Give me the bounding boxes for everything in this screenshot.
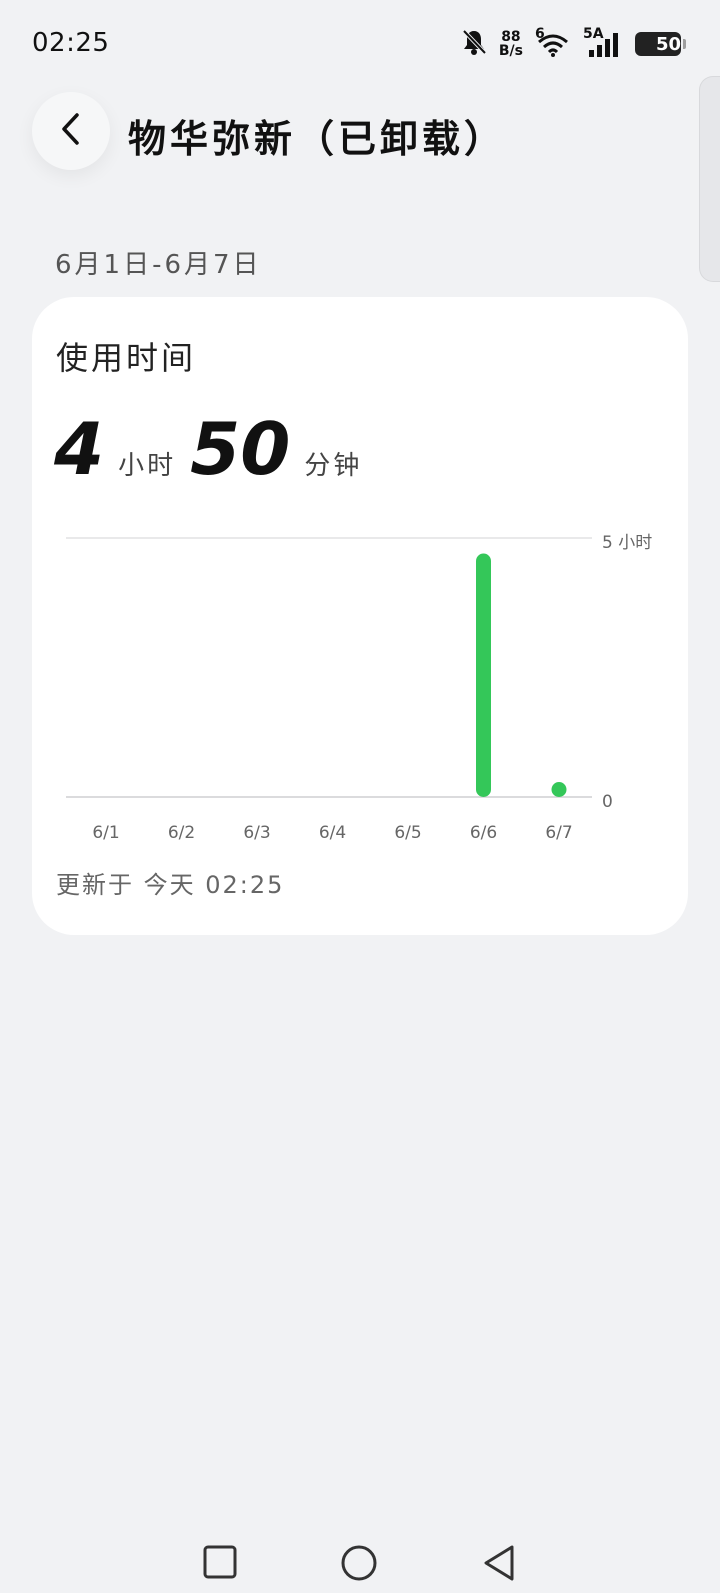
- back-button[interactable]: [32, 92, 110, 170]
- net-speed-unit: B/s: [498, 43, 523, 59]
- x-tick-label: 6/6: [470, 823, 497, 843]
- signal-icon: 5A: [583, 26, 623, 58]
- usage-card: 使用时间 4 小时 50 分钟 5 小时 0 6/1 6/2 6/3 6/4 6/5 6/…: [32, 297, 688, 935]
- x-tick-label: 6/3: [243, 823, 270, 843]
- bar-6-7[interactable]: [551, 782, 567, 797]
- side-panel-handle[interactable]: [699, 76, 720, 282]
- mute-bell-icon: [461, 28, 487, 60]
- updated-time: 更新于 今天 02:25: [56, 871, 285, 899]
- bar-6-6[interactable]: [476, 553, 491, 797]
- battery-level: 50: [655, 33, 681, 55]
- net-speed-value: 88: [501, 29, 521, 45]
- battery-icon: 50: [635, 32, 681, 56]
- y-tick-label-min: 0: [602, 792, 613, 812]
- back-triangle-icon[interactable]: [480, 1544, 516, 1586]
- status-time: 02:25: [32, 28, 110, 58]
- chevron-left-icon: [56, 111, 86, 151]
- x-tick-label: 6/7: [545, 823, 572, 843]
- wifi-icon: 6: [535, 26, 571, 58]
- x-tick-label: 6/4: [319, 823, 346, 843]
- x-tick-label: 6/1: [92, 823, 119, 843]
- net-speed: 88 B/s: [499, 30, 523, 58]
- status-bar: 02:25 88 B/s 6 5A 50: [0, 0, 720, 90]
- wifi-label: 6: [535, 26, 545, 42]
- date-range: 6月1日-6月7日: [55, 250, 262, 280]
- recents-square-icon[interactable]: [202, 1544, 238, 1584]
- x-tick-label: 6/5: [394, 823, 421, 843]
- home-circle-icon[interactable]: [340, 1544, 378, 1586]
- usage-bar-chart: 5 小时 0 6/1 6/2 6/3 6/4 6/5 6/6 6/7: [66, 533, 652, 843]
- cell-label: 5A: [583, 26, 604, 42]
- y-tick-label-max: 5 小时: [602, 533, 652, 553]
- page-title: 物华弥新（已卸载）: [128, 117, 507, 161]
- navigation-bar: [0, 1530, 720, 1593]
- battery-tip: [683, 39, 686, 49]
- status-icons: 88 B/s 6 5A 50: [461, 26, 686, 62]
- x-tick-label: 6/2: [168, 823, 195, 843]
